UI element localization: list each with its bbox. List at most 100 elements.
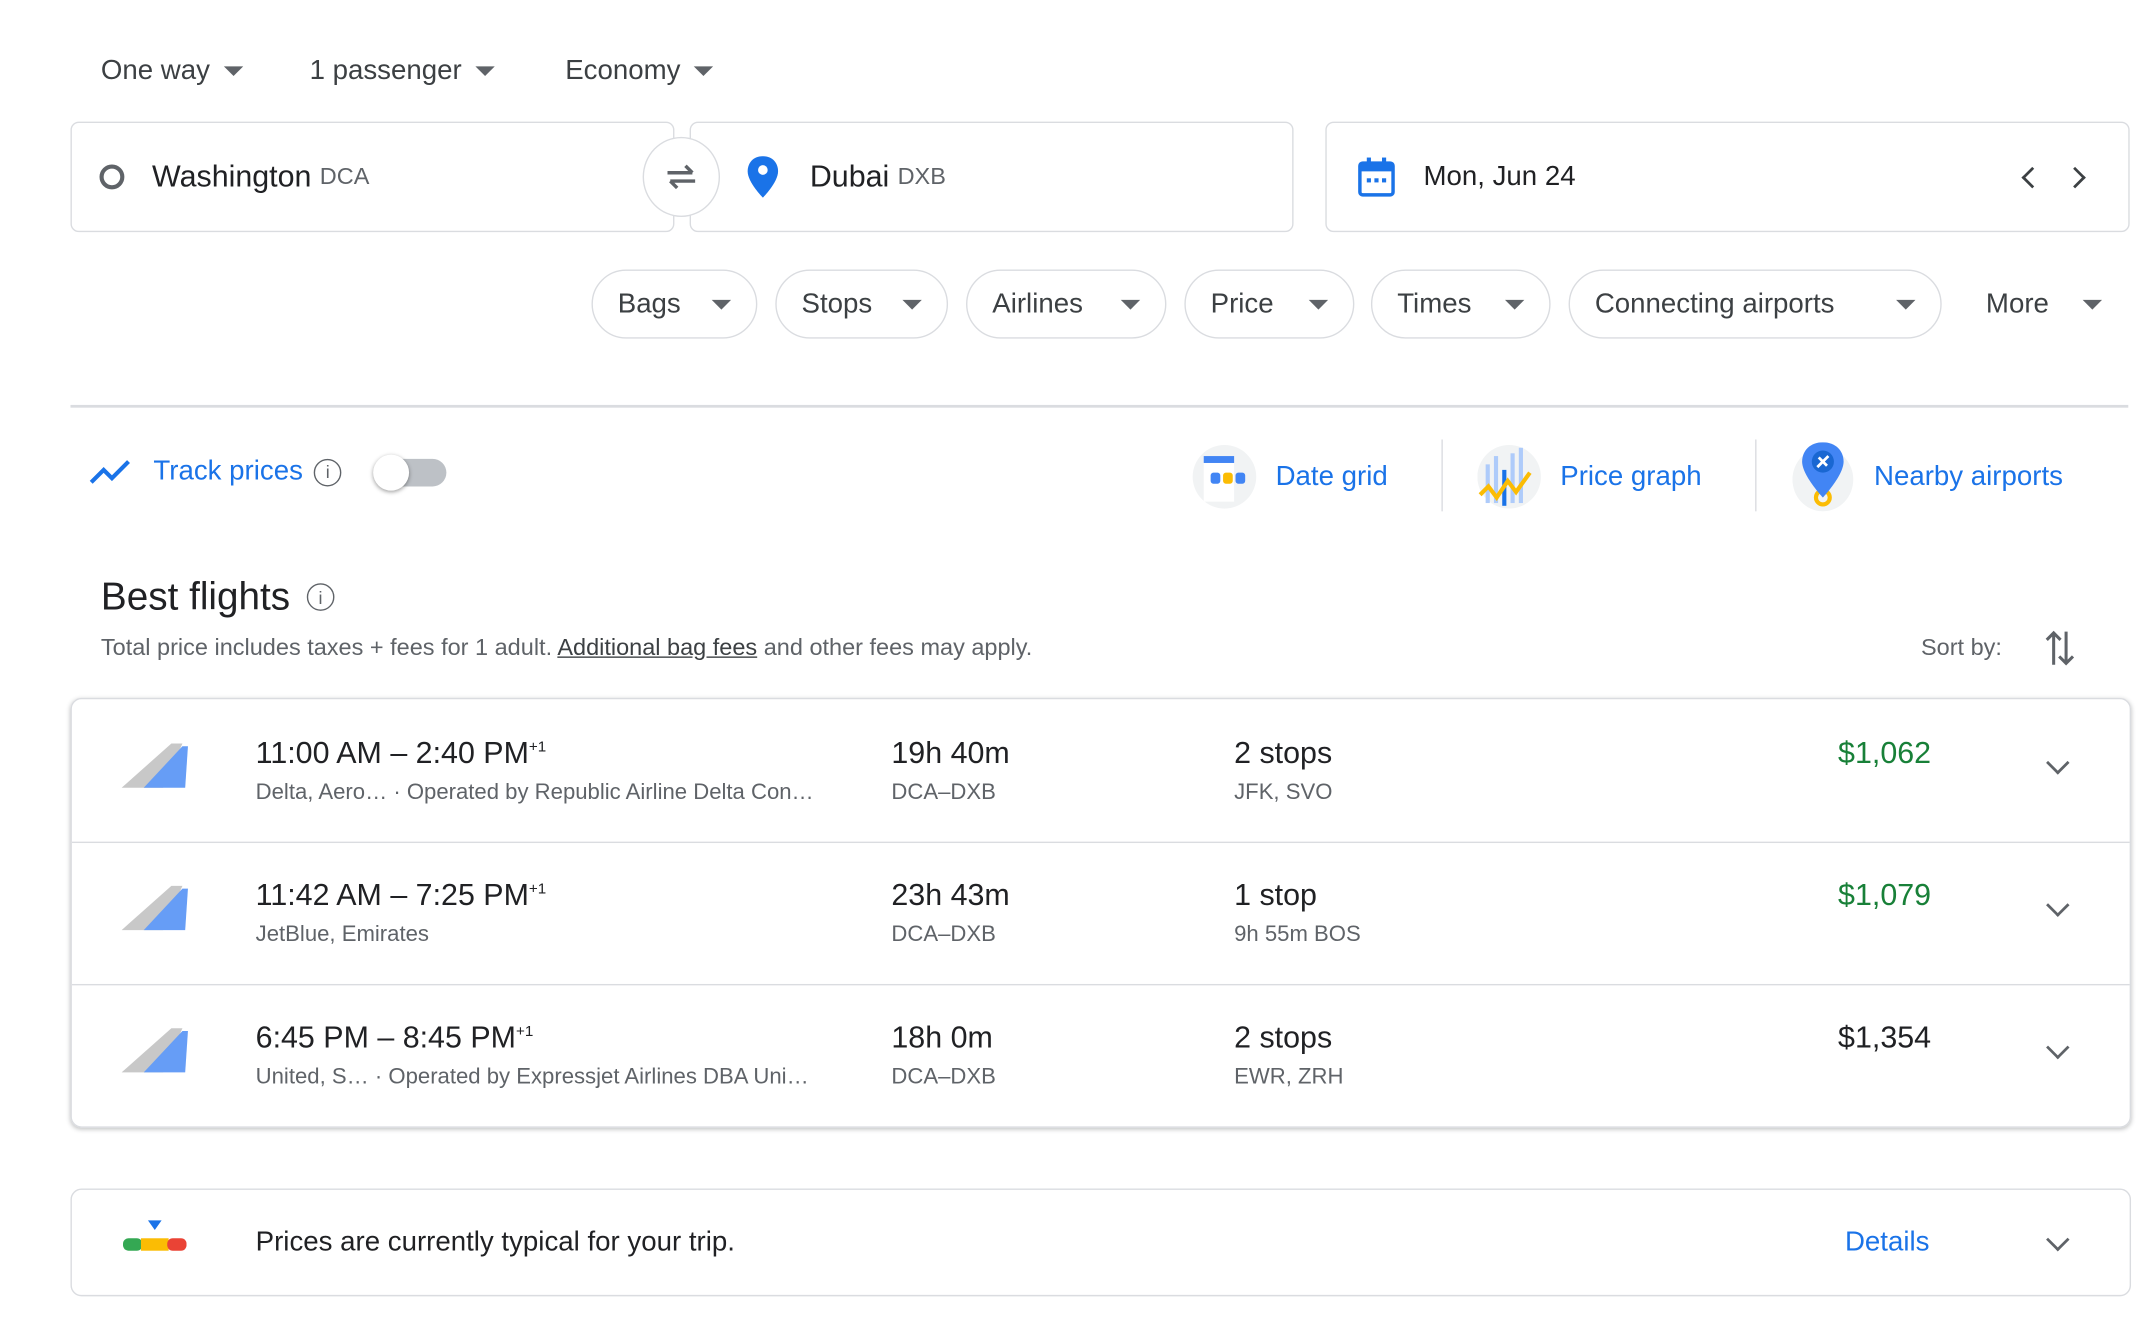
location-pin-icon xyxy=(747,156,779,198)
times-text: 6:45 PM – 8:45 PM xyxy=(255,1019,516,1055)
next-date-button[interactable] xyxy=(2064,166,2086,189)
dropdown-arrow-icon xyxy=(1120,299,1141,309)
expand-chevron-icon[interactable] xyxy=(2046,1035,2070,1060)
filter-stops[interactable]: Stops xyxy=(775,269,949,339)
cabin-select[interactable]: Economy xyxy=(565,55,714,87)
swap-button[interactable] xyxy=(642,136,721,217)
best-flights-heading: Best flights i xyxy=(100,574,335,619)
sort-icon[interactable] xyxy=(2045,629,2075,668)
dropdown-arrow-icon xyxy=(223,66,244,77)
track-prices-toggle[interactable] xyxy=(373,453,447,490)
operator-text: · Operated by Republic Airline Delta Con… xyxy=(393,780,814,805)
date-grid-button[interactable]: Date grid xyxy=(1192,445,1388,509)
flight-row[interactable]: 11:00 AM – 2:40 PM+1 Delta, Aero… · Oper… xyxy=(71,699,2130,844)
filter-label: Stops xyxy=(801,288,873,319)
price-disclaimer: Total price includes taxes + fees for 1 … xyxy=(101,634,1032,662)
dropdown-arrow-icon xyxy=(2082,299,2103,309)
filter-label: More xyxy=(1985,288,2049,319)
filter-label: Airlines xyxy=(992,288,1083,319)
dropdown-arrow-icon xyxy=(1308,299,1329,309)
price-graph-button[interactable]: Price graph xyxy=(1477,445,1702,509)
airlines-text: JetBlue, Emirates xyxy=(255,923,429,947)
flight-times: 11:42 AM – 7:25 PM+1 xyxy=(256,878,547,914)
duration: 19h 40m xyxy=(891,735,1010,770)
filter-label: Times xyxy=(1397,288,1472,319)
price-insight-text: Prices are currently typical for your tr… xyxy=(255,1227,735,1258)
info-icon[interactable]: i xyxy=(313,458,342,486)
filter-more[interactable]: More xyxy=(1960,269,2129,338)
flights-list: 11:00 AM – 2:40 PM+1 Delta, Aero… · Oper… xyxy=(70,697,2132,1128)
dropdown-arrow-icon xyxy=(475,66,495,77)
divider xyxy=(1755,439,1757,512)
plus-days: +1 xyxy=(528,738,547,756)
nearby-airports-icon xyxy=(1792,442,1854,512)
filter-connecting-airports[interactable]: Connecting airports xyxy=(1568,269,1942,339)
stop-detail: EWR, ZRH xyxy=(1234,1065,1344,1090)
section-title: Best flights xyxy=(100,574,291,618)
calendar-icon xyxy=(1358,157,1395,197)
destination-city: Dubai xyxy=(809,158,890,194)
airlines: United, S… · Operated by Expressjet Airl… xyxy=(256,1066,809,1091)
duration: 18h 0m xyxy=(891,1019,993,1055)
price: $1,354 xyxy=(1838,1019,1932,1055)
stops: 2 stops xyxy=(1234,735,1333,770)
origin-input[interactable]: Washington DCA xyxy=(70,121,675,233)
divider xyxy=(1441,439,1443,512)
airlines: JetBlue, Emirates xyxy=(256,923,429,948)
passengers-select[interactable]: 1 passenger xyxy=(310,55,495,87)
filter-price[interactable]: Price xyxy=(1184,269,1355,339)
flight-row[interactable]: 6:45 PM – 8:45 PM+1 United, S… · Operate… xyxy=(72,984,2130,1126)
disclaimer-text: and other fees may apply. xyxy=(757,634,1033,661)
dropdown-arrow-icon xyxy=(1896,299,1916,309)
date-grid-label: Date grid xyxy=(1275,460,1388,492)
price-graph-icon xyxy=(1477,445,1541,509)
filter-times[interactable]: Times xyxy=(1370,269,1551,339)
airline-logo-icon xyxy=(121,1028,188,1073)
info-icon[interactable]: i xyxy=(306,583,335,611)
bag-fees-link[interactable]: Additional bag fees xyxy=(557,634,757,660)
stop-detail: JFK, SVO xyxy=(1234,780,1333,805)
price-level-icon xyxy=(122,1220,187,1251)
expand-chevron-icon[interactable] xyxy=(2046,893,2070,917)
airlines-text: United, S… xyxy=(255,1065,369,1090)
details-link[interactable]: Details xyxy=(1845,1227,1929,1259)
route: DCA–DXB xyxy=(891,780,996,805)
price-insight-card[interactable]: Prices are currently typical for your tr… xyxy=(70,1188,2132,1297)
flight-times: 11:00 AM – 2:40 PM+1 xyxy=(256,735,547,771)
trend-icon xyxy=(89,459,130,484)
previous-date-button[interactable] xyxy=(2021,166,2043,189)
flight-times: 6:45 PM – 8:45 PM+1 xyxy=(256,1020,534,1056)
trip-type-select[interactable]: One way xyxy=(101,55,244,87)
date-input[interactable]: Mon, Jun 24 xyxy=(1325,121,2130,233)
stop-detail: 9h 55m BOS xyxy=(1234,923,1361,947)
expand-chevron-icon[interactable] xyxy=(2046,1227,2070,1252)
swap-icon xyxy=(667,164,696,190)
route: DCA–DXB xyxy=(891,1065,996,1090)
flight-row[interactable]: 11:42 AM – 7:25 PM+1 JetBlue, Emirates 2… xyxy=(71,842,2130,986)
airlines: Delta, Aero… · Operated by Republic Airl… xyxy=(256,781,814,806)
filter-airlines[interactable]: Airlines xyxy=(966,269,1167,339)
plus-days: +1 xyxy=(515,1023,534,1041)
destination-input[interactable]: Dubai DXB xyxy=(689,121,1294,233)
stops: 2 stops xyxy=(1234,1019,1333,1055)
expand-chevron-icon[interactable] xyxy=(2046,751,2070,775)
destination-code: DXB xyxy=(897,163,946,190)
times-text: 11:42 AM – 7:25 PM xyxy=(255,877,529,913)
origin-city: Washington xyxy=(152,158,312,194)
dropdown-arrow-icon xyxy=(711,299,732,309)
airline-logo-icon xyxy=(121,885,188,931)
divider xyxy=(70,404,2129,408)
price-graph-label: Price graph xyxy=(1560,460,1702,492)
nearby-airports-button[interactable]: Nearby airports xyxy=(1791,442,2063,512)
stops: 1 stop xyxy=(1234,877,1317,913)
filter-label: Connecting airports xyxy=(1594,288,1835,319)
times-text: 11:00 AM – 2:40 PM xyxy=(255,735,529,770)
route: DCA–DXB xyxy=(891,923,996,947)
origin-circle-icon xyxy=(99,164,125,190)
price: $1,079 xyxy=(1838,877,1932,913)
date-value: Mon, Jun 24 xyxy=(1423,161,1576,192)
track-prices: Track prices i xyxy=(88,453,447,490)
toggle-knob xyxy=(373,453,410,490)
plus-days: +1 xyxy=(528,881,547,898)
filter-bags[interactable]: Bags xyxy=(591,269,758,339)
